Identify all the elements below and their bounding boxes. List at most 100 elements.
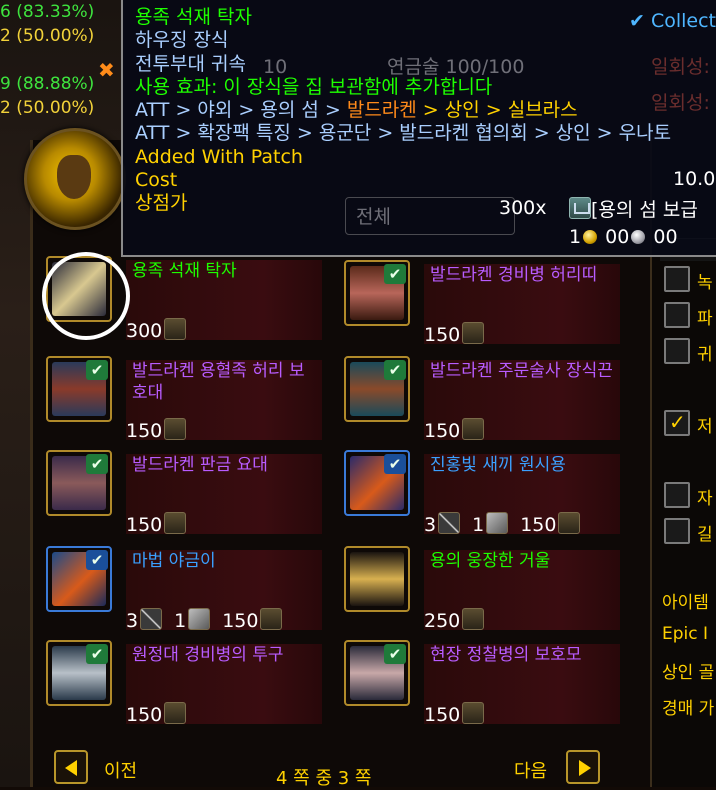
tooltip-cost-value: 300x [499,197,547,219]
filter-label: 귀 [697,345,713,365]
close-icon[interactable]: ✖ [98,58,115,82]
item-price: 3 1 150 [424,512,582,536]
tooltip-patch-label: Added With Patch [135,145,303,168]
item-icon[interactable]: ✔ [344,356,410,422]
npc-portrait [24,128,126,230]
att-suffix: > 상인 > 실브라스 [416,99,578,122]
item-icon[interactable]: ✔ [46,546,112,612]
next-page-label[interactable]: 다음 [514,757,547,783]
filter-label: 저 [697,417,713,437]
merchant-item[interactable]: 용의 웅장한 거울 250 [344,546,620,632]
stat-line: 2 (50.00%) [0,98,95,118]
item-label: 아이템 [662,593,709,613]
price-amount: 250 [424,610,461,632]
sword-currency-icon [140,608,163,630]
gold-coin-icon [583,230,598,244]
checkmark-icon: ✔ [86,550,108,570]
price-amount: 150 [520,514,557,536]
prev-page-label[interactable]: 이전 [104,757,137,783]
item-price: 3 1 150 [126,608,284,632]
item-name: 원정대 경비병의 투구 [132,645,284,665]
price-amount: 150 [126,704,163,726]
item-price: 300 [126,318,188,342]
item-icon[interactable]: ✔ [46,450,112,516]
item-price: 150 [424,418,486,442]
tooltip-cost-label: Cost [135,169,178,192]
supply-token-icon [462,322,485,344]
stone-currency-icon [188,608,211,630]
item-icon[interactable]: ✔ [344,260,410,326]
merchant-item[interactable]: ✔ 현장 정찰병의 보호모 150 [344,640,620,726]
stone-currency-icon [486,512,509,534]
price-amount: 150 [126,514,163,536]
tooltip-subtitle: 하우징 장식 [135,29,229,52]
price-amount: 150 [126,420,163,442]
item-icon[interactable]: ✔ [46,356,112,422]
item-name: 발드라켄 용혈족 허리 보호대 [132,361,305,403]
selection-highlight-ring [42,252,130,340]
filter-checkbox[interactable] [664,302,690,328]
filter-checkbox[interactable] [664,482,690,508]
filter-checkbox[interactable] [664,266,690,292]
price-amount: 3 [424,514,437,536]
tooltip-att-line-2: ATT > 확장팩 특징 > 용군단 > 발드라켄 협의회 > 상인 > 우나토 [135,122,672,145]
item-price: 150 [126,512,188,536]
merchant-item[interactable]: ✔ 원정대 경비병의 투구 150 [46,640,322,726]
filter-checkbox[interactable] [664,338,690,364]
att-highlight: 발드라켄 [346,99,417,122]
supply-token-icon [462,702,485,724]
supply-token-icon [164,702,187,724]
item-price: 150 [424,702,486,726]
cost-currency-name: [용의 섬 보급 [591,199,698,221]
merchant-item[interactable]: ✔ 마법 야금이 3 1 150 [46,546,322,632]
price-amount: 150 [424,324,461,346]
merchant-item[interactable]: ✔ 발드라켄 용혈족 허리 보호대 150 [46,356,322,442]
item-name: 용의 웅장한 거울 [430,551,551,571]
tooltip-cost-currency: [용의 섬 보급 [569,197,698,222]
sword-currency-icon [438,512,461,534]
filter-label: 파 [697,309,713,329]
tooltip-title: 용족 석재 탁자 [135,6,252,28]
next-page-button[interactable] [566,750,600,784]
merchant-item[interactable]: ✔ 진홍빛 새끼 원시용 3 1 150 [344,450,620,536]
stat-line: 6 (83.33%) [0,2,95,22]
supply-token-icon [260,608,283,630]
item-name: 진홍빛 새끼 원시용 [430,455,566,475]
price-amount: 300 [126,320,163,342]
vendor-gold-label: 상인 골 [662,663,715,683]
item-name: 현장 정찰병의 보호모 [430,645,582,665]
checkmark-icon: ✔ [384,264,406,284]
silver-coin-icon [631,230,646,244]
merchant-item[interactable]: ✔ 발드라켄 판금 요대 150 [46,450,322,536]
item-icon[interactable] [344,546,410,612]
item-name: 발드라켄 경비병 허리띠 [430,265,598,285]
prev-page-button[interactable] [54,750,88,784]
tooltip-patch-value: 10.0 [673,168,716,190]
filter-checkbox[interactable] [664,518,690,544]
supply-token-icon [164,418,187,440]
item-tooltip: 연금술 100/100 일회성: 일회성: 10 전체 ✔ Collect 용족… [121,0,716,257]
merchant-item[interactable]: ✔ 발드라켄 경비병 허리띠 150 [344,260,620,346]
checkmark-icon: ✔ [86,454,108,474]
auction-label: 경매 가 [662,699,715,719]
tooltip-vendor-price: 1 00 00 [569,226,678,249]
checkmark-icon: ✔ [86,644,108,664]
item-name: 마법 야금이 [132,551,216,571]
filter-checkbox[interactable] [664,410,690,436]
item-icon[interactable]: ✔ [344,450,410,516]
item-icon[interactable]: ✔ [344,640,410,706]
tooltip-binding: 전투부대 귀속 [135,52,246,75]
merchant-item[interactable]: ✔ 발드라켄 주문술사 장식끈 150 [344,356,620,442]
price-amount: 150 [222,610,259,632]
item-name: 발드라켄 판금 요대 [132,455,268,475]
filter-label: 녹 [697,273,713,293]
filter-label: 자 [697,489,713,509]
checkmark-icon: ✔ [384,454,406,474]
stat-line: 2 (50.00%) [0,26,95,46]
item-icon[interactable]: ✔ [46,640,112,706]
item-price: 150 [424,322,486,346]
supply-token-icon [558,512,581,534]
price-amount: 3 [126,610,139,632]
item-price: 250 [424,608,486,632]
item-price: 150 [126,418,188,442]
